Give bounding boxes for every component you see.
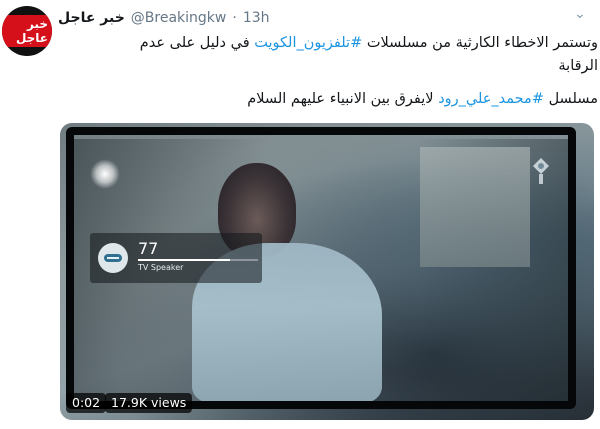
separator-dot: · [232, 10, 237, 26]
tv-channel-logo-icon [528, 155, 554, 187]
tweet-header: خبر عاجل @Breakingkw · 13h [58, 10, 270, 26]
tweet-text-segment: مسلسل [543, 91, 598, 107]
volume-output-label: TV Speaker [138, 263, 184, 272]
hashtag-link[interactable]: #محمد_علي_رود [438, 91, 544, 107]
volume-track [138, 259, 258, 261]
tweet-text: وتستمر الاخطاء الكارثية من مسلسلات #تلفز… [100, 32, 598, 111]
tweet-timestamp[interactable]: 13h [243, 10, 270, 26]
hashtag-link[interactable]: #تلفزيون_الكويت [254, 35, 362, 51]
tweet-line-1: وتستمر الاخطاء الكارثية من مسلسلات #تلفز… [100, 32, 598, 78]
video-player[interactable]: 77 TV Speaker 0:02 17.9K views [60, 123, 594, 420]
user-handle[interactable]: @Breakingkw [131, 10, 227, 26]
tweet-text-segment: وتستمر الاخطاء الكارثية من مسلسلات [362, 35, 598, 51]
volume-value: 77 [138, 239, 159, 258]
tweet[interactable]: خبر عاجل خبر عاجل @Breakingkw · 13h ⌄ وت… [0, 0, 600, 429]
tweet-text-segment: لايفرق بين الانبياء عليهم السلام [247, 91, 439, 107]
tweet-line-2: مسلسل #محمد_علي_رود لايفرق بين الانبياء … [100, 88, 598, 111]
video-view-count: 17.9K views [105, 393, 193, 413]
volume-overlay: 77 TV Speaker [90, 233, 262, 283]
chevron-down-icon[interactable]: ⌄ [574, 6, 586, 22]
avatar-logo: خبر عاجل [2, 15, 52, 47]
avatar[interactable]: خبر عاجل [2, 6, 52, 56]
volume-fill [138, 259, 231, 261]
display-name[interactable]: خبر عاجل [58, 10, 125, 26]
video-elapsed-time: 0:02 [66, 393, 107, 413]
speaker-icon [98, 243, 128, 273]
